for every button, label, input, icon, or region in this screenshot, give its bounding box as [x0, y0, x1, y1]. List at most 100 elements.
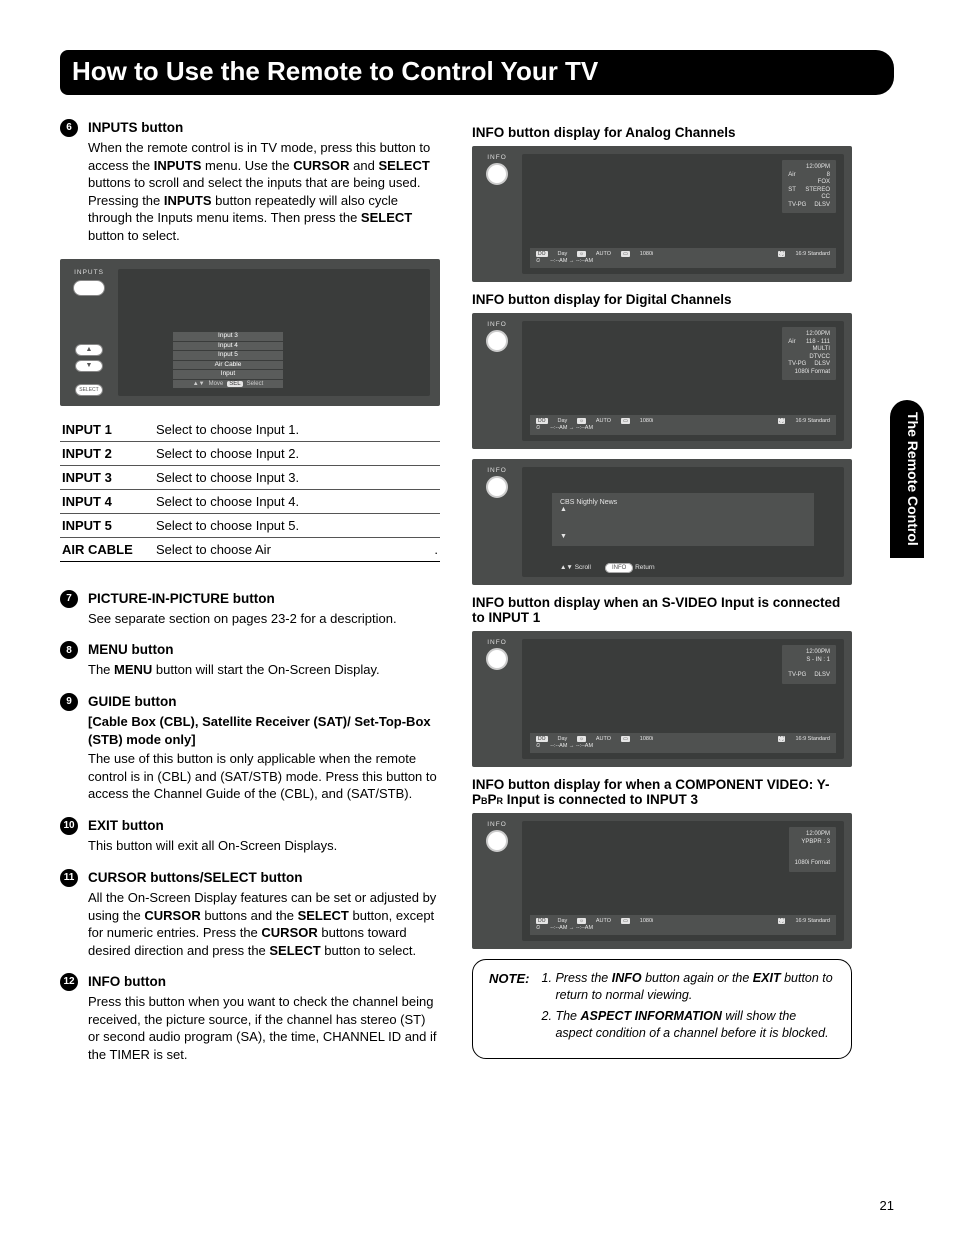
chip-time: 12:00PM — [795, 831, 830, 839]
entry-7: 7 PICTURE-IN-PICTURE button See separate… — [60, 590, 440, 628]
info-osd-screenshot: INFO 12:00PM Air8 FOX STSTEREO CC TV-PGD… — [472, 146, 852, 282]
info-label: INFO — [487, 154, 507, 161]
channel-info-box: 12:00PM YPBPR : 3 1080i Format — [789, 827, 836, 872]
entry-text: When the remote control is in TV mode, p… — [88, 139, 440, 244]
status-res: 1080i — [640, 251, 653, 258]
chip-dtvcc: DTVCC — [788, 354, 830, 362]
status-bar: DODay ☼AUTO ▭1080i ⛶16:9 Standard ⏲ --:-… — [530, 915, 836, 935]
status-res: 1080i — [640, 918, 653, 925]
channel-info-box: 12:00PM S - IN : 1 TV-PGDLSV — [782, 645, 836, 684]
status-auto: AUTO — [596, 736, 611, 743]
entry-title: CURSOR buttons/SELECT button — [88, 869, 440, 887]
aspect-tag-icon: ⛶ — [778, 736, 786, 742]
input-desc: Select to choose Input 2. — [154, 441, 426, 465]
table-row: INPUT 4 Select to choose Input 4. — [60, 489, 440, 513]
step-number-icon: 9 — [60, 693, 78, 711]
info-label: INFO — [487, 639, 507, 646]
input-name: INPUT 4 — [60, 489, 154, 513]
manual-page: How to Use the Remote to Control Your TV… — [0, 0, 954, 1235]
status-aspect: 16:9 Standard — [795, 251, 830, 258]
info-button-icon — [486, 648, 508, 670]
res-tag-icon: ▭ — [621, 251, 630, 257]
chip-flags: DLSV — [814, 672, 830, 680]
info-osd-screenshot: INFO 12:00PM S - IN : 1 TV-PGDLSV DODay … — [472, 631, 852, 767]
input-dot — [426, 418, 440, 442]
entry-subtitle: [Cable Box (CBL), Satellite Receiver (SA… — [88, 713, 440, 748]
input-dot — [426, 465, 440, 489]
chip-stereo: STEREO — [805, 187, 830, 195]
heading-svideo: INFO button display when an S-VIDEO Inpu… — [472, 595, 852, 625]
select-button-icon: SELECT — [75, 384, 103, 396]
step-number-icon: 11 — [60, 869, 78, 887]
chip-src: Air — [788, 172, 795, 180]
entry-10: 10 EXIT button This button will exit all… — [60, 817, 440, 855]
status-day: Day — [558, 251, 568, 258]
inputs-description-table: INPUT 1 Select to choose Input 1. INPUT … — [60, 418, 440, 562]
inputs-menu-list: Input 3Input 4Input 5Air CableInput ▲▼Mo… — [173, 331, 283, 388]
input-desc: Select to choose Input 4. — [154, 489, 426, 513]
aspect-tag-icon: ⛶ — [778, 418, 786, 424]
tv-screen: Input 3Input 4Input 5Air CableInput ▲▼Mo… — [118, 269, 430, 396]
inputs-button-icon — [73, 280, 105, 296]
day-tag-icon: DO — [536, 251, 548, 257]
menu-hint: ▲▼Move SELSelect — [173, 380, 283, 388]
chip-flags: DLSV — [814, 361, 830, 369]
input-desc: Select to choose Air — [154, 537, 426, 561]
input-name: AIR CABLE — [60, 537, 154, 561]
info-button-icon — [486, 163, 508, 185]
res-tag-icon: ▭ — [621, 918, 630, 924]
input-name: INPUT 3 — [60, 465, 154, 489]
tv-screen: 12:00PM YPBPR : 3 1080i Format DODay ☼AU… — [522, 821, 844, 941]
note-item: The ASPECT INFORMATION will show the asp… — [555, 1008, 835, 1042]
left-column: 6 INPUTS button When the remote control … — [60, 119, 440, 1078]
guide-list: CBS Nigthly News▲ ▼ — [552, 493, 814, 546]
down-arrow-icon: ▼ — [75, 360, 103, 372]
entry-text: This button will exit all On-Screen Disp… — [88, 837, 440, 855]
entry-11: 11 CURSOR buttons/SELECT button All the … — [60, 869, 440, 959]
channel-info-box: 12:00PM Air8 FOX STSTEREO CC TV-PGDLSV — [782, 160, 836, 213]
status-bar: DODay ☼AUTO ▭1080i ⛶16:9 Standard ⏲ --:-… — [530, 248, 836, 268]
res-tag-icon: ▭ — [621, 418, 630, 424]
menu-item: Input 3 — [173, 332, 283, 341]
heading-analog: INFO button display for Analog Channels — [472, 125, 852, 140]
note-box: NOTE: Press the INFO button again or the… — [472, 959, 852, 1059]
chip-rating: TV-PG — [788, 361, 806, 369]
timer-text: --:--AM → --:--AM — [550, 258, 593, 265]
entry-text: Press this button when you want to check… — [88, 993, 440, 1063]
input-name: INPUT 5 — [60, 513, 154, 537]
chip-flags: DLSV — [814, 202, 830, 210]
input-name: INPUT 1 — [60, 418, 154, 442]
info-button-icon — [486, 476, 508, 498]
chip-input: S - IN : 1 — [788, 657, 830, 665]
info-osd-screenshot: INFO 12:00PM Air118 - 111 MULTI DTVCC TV… — [472, 313, 852, 449]
entry-text: The use of this button is only applicabl… — [88, 750, 440, 803]
note-list: Press the INFO button again or the EXIT … — [543, 970, 835, 1046]
day-tag-icon: DO — [536, 918, 548, 924]
status-aspect: 16:9 Standard — [795, 918, 830, 925]
table-row: INPUT 1 Select to choose Input 1. — [60, 418, 440, 442]
chip-ch: 118 - 111 — [806, 339, 830, 347]
timer-text: --:--AM → --:--AM — [550, 425, 593, 432]
clock-icon: ⏲ — [536, 258, 540, 265]
input-dot — [426, 489, 440, 513]
page-title: How to Use the Remote to Control Your TV — [60, 50, 894, 95]
info-guide-screenshot: INFO CBS Nigthly News▲ ▼ ▲▼ Scroll INFO … — [472, 459, 852, 585]
entry-text: All the On-Screen Display features can b… — [88, 889, 440, 959]
entry-text: The MENU button will start the On-Screen… — [88, 661, 440, 679]
menu-item: Air Cable — [173, 361, 283, 370]
clock-icon: ⏲ — [536, 743, 540, 750]
menu-item: Input — [173, 370, 283, 379]
table-row: INPUT 5 Select to choose Input 5. — [60, 513, 440, 537]
page-number: 21 — [880, 1198, 894, 1213]
timer-text: --:--AM → --:--AM — [550, 925, 593, 932]
tv-screen: 12:00PM Air8 FOX STSTEREO CC TV-PGDLSV D… — [522, 154, 844, 274]
guide-item: CBS Nigthly News — [560, 499, 617, 506]
entry-title: EXIT button — [88, 817, 440, 835]
menu-item: Input 4 — [173, 342, 283, 351]
table-row: INPUT 3 Select to choose Input 3. — [60, 465, 440, 489]
status-res: 1080i — [640, 418, 653, 425]
input-dot — [426, 441, 440, 465]
info-osd-screenshot: INFO 12:00PM YPBPR : 3 1080i Format DODa… — [472, 813, 852, 949]
info-label: INFO — [487, 821, 507, 828]
chip-time: 12:00PM — [788, 331, 830, 339]
